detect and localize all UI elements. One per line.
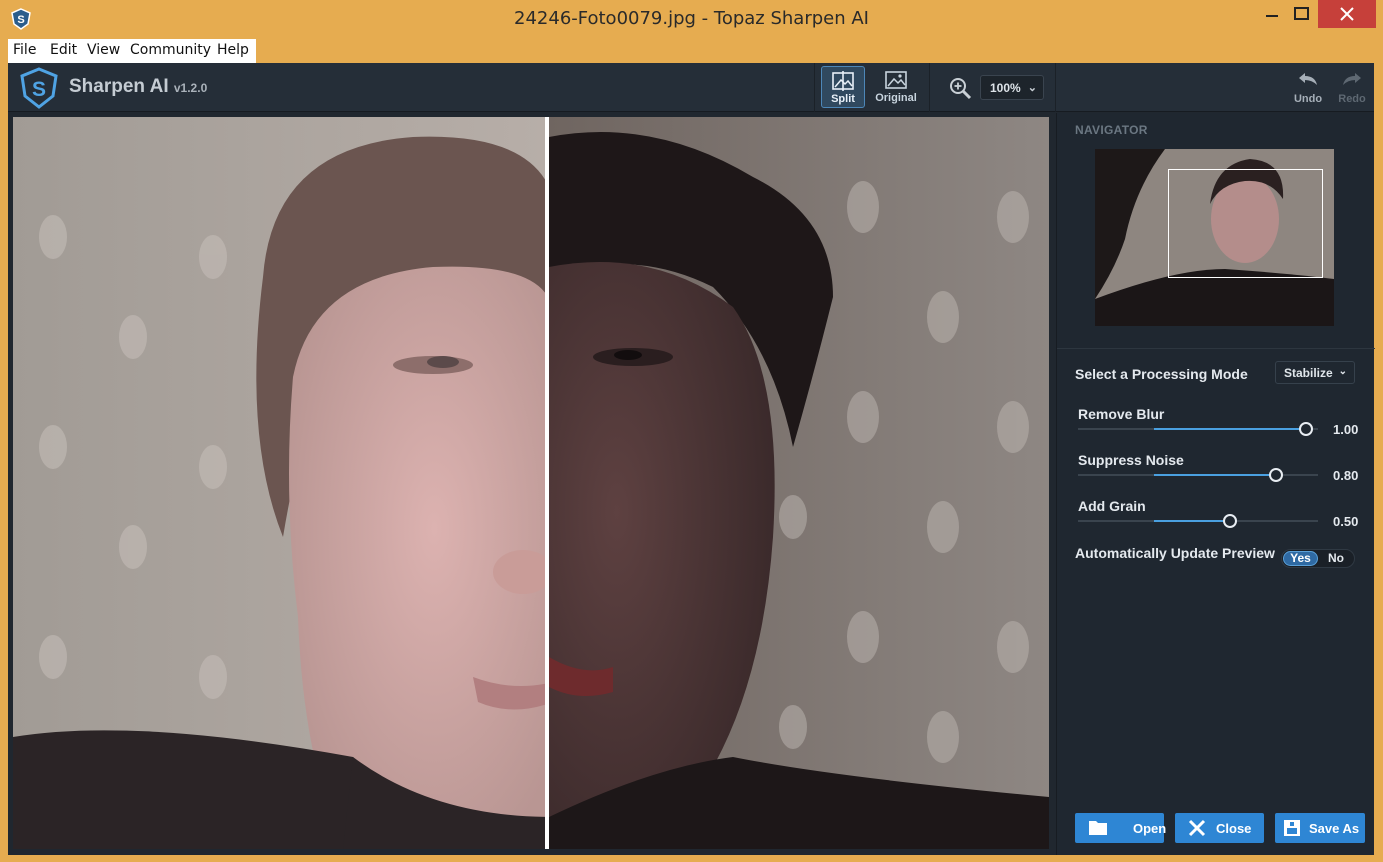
slider-knob[interactable] bbox=[1223, 514, 1237, 528]
toolbar-divider bbox=[814, 63, 815, 112]
minimize-button[interactable] bbox=[1255, 0, 1289, 30]
zoom-icon[interactable] bbox=[948, 76, 972, 100]
close-icon bbox=[1188, 819, 1206, 837]
window-frame: S 24246-Foto0079.jpg - Topaz Sharpen AI … bbox=[0, 0, 1383, 862]
svg-text:S: S bbox=[32, 78, 46, 101]
image-preview[interactable] bbox=[13, 117, 1049, 849]
app-brand: Sharpen AI v1.2.0 bbox=[69, 76, 207, 98]
app-window: S Sharpen AI v1.2.0 Split Original 100% … bbox=[8, 63, 1375, 855]
open-button[interactable]: Open bbox=[1075, 813, 1167, 843]
auto-update-toggle[interactable]: Yes No bbox=[1281, 549, 1355, 568]
brand-version: v1.2.0 bbox=[173, 81, 208, 95]
open-label: Open bbox=[1133, 821, 1167, 836]
close-image-button[interactable]: Close bbox=[1175, 813, 1264, 843]
menu-community[interactable]: Community bbox=[130, 42, 211, 58]
add-grain-label: Add Grain bbox=[1078, 498, 1146, 514]
toolbar-divider bbox=[929, 63, 930, 112]
redo-button: Redo bbox=[1335, 71, 1369, 105]
navigator-viewport-rect[interactable] bbox=[1168, 169, 1323, 278]
remove-blur-label: Remove Blur bbox=[1078, 406, 1165, 422]
toolbar-divider bbox=[1055, 63, 1056, 112]
slider-fill bbox=[1154, 520, 1230, 522]
original-view-button[interactable]: Original bbox=[874, 66, 918, 108]
save-icon bbox=[1284, 820, 1300, 836]
original-label: Original bbox=[875, 92, 917, 104]
remove-blur-slider[interactable] bbox=[1078, 422, 1318, 436]
slider-knob[interactable] bbox=[1299, 422, 1313, 436]
redo-icon bbox=[1343, 73, 1361, 85]
panel-divider bbox=[1057, 348, 1375, 349]
split-divider-handle[interactable] bbox=[545, 117, 549, 849]
menu-file[interactable]: File bbox=[13, 42, 36, 58]
chevron-down-icon: ⌄ bbox=[1027, 82, 1037, 94]
close-label: Close bbox=[1216, 821, 1252, 836]
folder-icon bbox=[1089, 821, 1107, 835]
minimize-icon bbox=[1266, 15, 1278, 17]
menu-view[interactable]: View bbox=[87, 42, 120, 58]
brand-name: Sharpen AI bbox=[69, 76, 169, 97]
menu-help[interactable]: Help bbox=[217, 42, 249, 58]
split-view-icon bbox=[832, 71, 854, 91]
title-bar[interactable]: S 24246-Foto0079.jpg - Topaz Sharpen AI bbox=[0, 0, 1383, 38]
zoom-select[interactable]: 100% ⌄ bbox=[980, 75, 1044, 100]
slider-knob[interactable] bbox=[1269, 468, 1283, 482]
menu-edit[interactable]: Edit bbox=[50, 42, 77, 58]
processing-mode-value: Stabilize bbox=[1284, 366, 1333, 380]
split-label: Split bbox=[831, 93, 855, 105]
suppress-noise-slider[interactable] bbox=[1078, 468, 1318, 482]
close-icon bbox=[1340, 7, 1354, 21]
auto-update-yes[interactable]: Yes bbox=[1283, 551, 1318, 566]
remove-blur-value: 1.00 bbox=[1333, 422, 1359, 437]
preview-image bbox=[13, 117, 1049, 849]
image-icon bbox=[885, 71, 907, 89]
settings-panel: NAVIGATOR Select a Processing Mode Stabi… bbox=[1056, 113, 1375, 855]
suppress-noise-value: 0.80 bbox=[1333, 468, 1359, 483]
undo-button[interactable]: Undo bbox=[1291, 71, 1325, 105]
chevron-down-icon: ⌄ bbox=[1338, 366, 1347, 377]
window-close-button[interactable] bbox=[1318, 0, 1376, 28]
maximize-button[interactable] bbox=[1285, 0, 1319, 30]
navigator-title: NAVIGATOR bbox=[1075, 123, 1148, 137]
zoom-value: 100% bbox=[990, 81, 1021, 95]
slider-fill bbox=[1154, 474, 1276, 476]
slider-fill bbox=[1154, 428, 1306, 430]
redo-label: Redo bbox=[1338, 93, 1366, 105]
processing-mode-select[interactable]: Stabilize ⌄ bbox=[1275, 361, 1355, 384]
app-toolbar: S Sharpen AI v1.2.0 Split Original 100% … bbox=[8, 63, 1374, 112]
sharpen-logo-icon: S bbox=[20, 67, 58, 109]
processing-mode-label: Select a Processing Mode bbox=[1075, 366, 1248, 382]
split-view-button[interactable]: Split bbox=[821, 66, 865, 108]
add-grain-value: 0.50 bbox=[1333, 514, 1359, 529]
suppress-noise-label: Suppress Noise bbox=[1078, 452, 1184, 468]
window-title: 24246-Foto0079.jpg - Topaz Sharpen AI bbox=[514, 8, 869, 29]
add-grain-slider[interactable] bbox=[1078, 514, 1318, 528]
undo-icon bbox=[1299, 73, 1317, 85]
auto-update-label: Automatically Update Preview bbox=[1075, 545, 1275, 561]
menu-bar: File Edit View Community Help bbox=[8, 39, 256, 63]
auto-update-no[interactable]: No bbox=[1328, 551, 1344, 566]
save-as-label: Save As bbox=[1309, 821, 1360, 836]
navigator-thumbnail[interactable] bbox=[1095, 149, 1334, 326]
undo-label: Undo bbox=[1293, 93, 1323, 105]
save-as-button[interactable]: Save As bbox=[1275, 813, 1365, 843]
maximize-icon bbox=[1294, 7, 1309, 20]
